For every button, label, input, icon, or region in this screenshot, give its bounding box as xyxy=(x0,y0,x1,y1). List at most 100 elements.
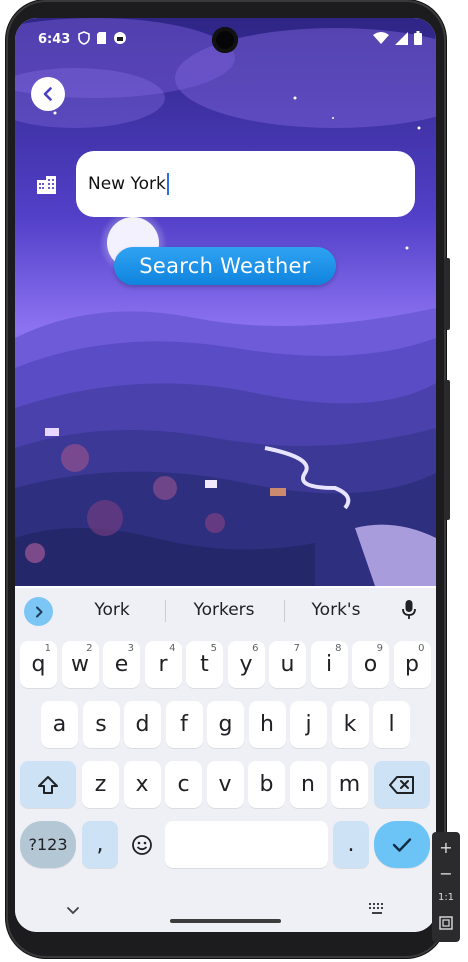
key-r[interactable]: r4 xyxy=(144,641,182,688)
space-key[interactable] xyxy=(165,821,328,868)
key-t[interactable]: t5 xyxy=(186,641,223,688)
key-label: s xyxy=(95,712,107,737)
suggestion-1[interactable]: York xyxy=(67,600,157,620)
key-number-hint: 7 xyxy=(293,643,300,654)
comma-key[interactable]: , xyxy=(82,821,118,868)
key-label: p xyxy=(405,652,419,677)
status-bar: 6:43 xyxy=(15,18,436,60)
suggestion-3[interactable]: York's xyxy=(291,600,381,620)
key-number-hint: 6 xyxy=(252,643,259,654)
key-number-hint: 2 xyxy=(86,643,93,654)
keyboard-switch-icon[interactable] xyxy=(368,902,386,916)
battery-icon xyxy=(414,31,422,45)
suggestion-bar: York Yorkers York's xyxy=(15,588,436,632)
key-e[interactable]: e3 xyxy=(103,641,140,688)
key-z[interactable]: z xyxy=(82,761,119,808)
key-o[interactable]: o9 xyxy=(352,641,389,688)
city-input-text: New York xyxy=(88,174,166,194)
keyboard-hide-chevron-icon[interactable] xyxy=(66,906,80,916)
key-label: k xyxy=(343,712,357,737)
key-label: g xyxy=(218,712,233,737)
emoji-icon xyxy=(132,834,152,855)
key-number-hint: 1 xyxy=(44,643,51,654)
key-number-hint: 3 xyxy=(127,643,134,654)
power-button xyxy=(444,258,450,330)
key-label: x xyxy=(135,772,149,797)
suggestion-expand-button[interactable] xyxy=(24,597,53,626)
zoom-in-button[interactable]: + xyxy=(432,838,460,857)
key-q[interactable]: q1 xyxy=(20,641,57,688)
search-weather-button[interactable]: Search Weather xyxy=(114,247,336,285)
city-search-input[interactable]: New York xyxy=(76,151,415,217)
key-label: v xyxy=(218,772,232,797)
key-y[interactable]: y6 xyxy=(227,641,265,688)
night-landscape-background xyxy=(15,18,436,586)
emulator-toolbar: + − 1:1 xyxy=(432,832,460,942)
key-b[interactable]: b xyxy=(248,761,285,808)
backspace-key[interactable] xyxy=(374,761,430,808)
key-label: i xyxy=(325,652,333,677)
key-j[interactable]: j xyxy=(290,701,327,748)
gesture-handle[interactable] xyxy=(170,919,281,923)
key-label: o xyxy=(363,652,378,677)
phone-screen: 6:43 New York Search Weather York Yorker… xyxy=(15,18,436,932)
key-label: t xyxy=(200,652,209,677)
key-label: e xyxy=(114,652,129,677)
key-label: w xyxy=(71,652,89,677)
city-buildings-icon xyxy=(37,176,56,194)
enter-key[interactable] xyxy=(374,821,430,868)
front-camera xyxy=(212,27,238,53)
key-m[interactable]: m xyxy=(331,761,368,808)
key-number-hint: 8 xyxy=(335,643,342,654)
actual-size-button[interactable]: 1:1 xyxy=(432,892,460,903)
shift-key[interactable] xyxy=(20,761,76,808)
sd-card-icon xyxy=(97,32,106,44)
key-n[interactable]: n xyxy=(289,761,327,808)
key-k[interactable]: k xyxy=(331,701,369,748)
key-label: b xyxy=(259,772,274,797)
text-cursor xyxy=(166,173,169,195)
key-s[interactable]: s xyxy=(82,701,120,748)
key-x[interactable]: x xyxy=(123,761,161,808)
key-label: a xyxy=(52,712,67,737)
key-label: n xyxy=(301,772,315,797)
key-p[interactable]: p0 xyxy=(393,641,431,688)
period-key[interactable]: . xyxy=(333,821,369,868)
key-label: q xyxy=(31,652,46,677)
app-circle-icon xyxy=(114,32,126,44)
zoom-out-button[interactable]: − xyxy=(432,864,460,883)
divider xyxy=(284,600,285,622)
key-label: h xyxy=(260,712,274,737)
shift-icon xyxy=(38,775,58,794)
status-time: 6:43 xyxy=(38,32,71,47)
symbols-key[interactable]: ?123 xyxy=(20,821,76,868)
key-i[interactable]: i8 xyxy=(310,641,348,688)
key-v[interactable]: v xyxy=(206,761,244,808)
key-f[interactable]: f xyxy=(165,701,203,748)
microphone-icon[interactable] xyxy=(402,600,416,620)
key-u[interactable]: u7 xyxy=(269,641,306,688)
key-c[interactable]: c xyxy=(165,761,202,808)
signal-icon xyxy=(395,31,408,45)
divider xyxy=(165,600,166,622)
key-number-hint: 5 xyxy=(210,643,217,654)
key-label: r xyxy=(158,652,168,677)
key-label: f xyxy=(180,712,188,737)
key-h[interactable]: h xyxy=(248,701,286,748)
key-w[interactable]: w2 xyxy=(61,641,99,688)
key-a[interactable]: a xyxy=(41,701,78,748)
chevron-left-icon xyxy=(43,87,52,101)
key-l[interactable]: l xyxy=(373,701,410,748)
key-label: l xyxy=(388,712,395,737)
back-button[interactable] xyxy=(31,77,65,111)
emoji-key[interactable] xyxy=(122,821,162,868)
soft-keyboard: York Yorkers York's q1w2e3r4t5y6u7i8o9p0… xyxy=(15,588,436,932)
wifi-icon xyxy=(373,31,389,44)
suggestion-2[interactable]: Yorkers xyxy=(179,600,269,620)
fit-screen-icon[interactable] xyxy=(439,916,453,930)
key-d[interactable]: d xyxy=(124,701,161,748)
backspace-icon xyxy=(389,775,414,794)
key-label: y xyxy=(239,652,253,677)
key-label: j xyxy=(305,712,312,737)
key-g[interactable]: g xyxy=(207,701,244,748)
